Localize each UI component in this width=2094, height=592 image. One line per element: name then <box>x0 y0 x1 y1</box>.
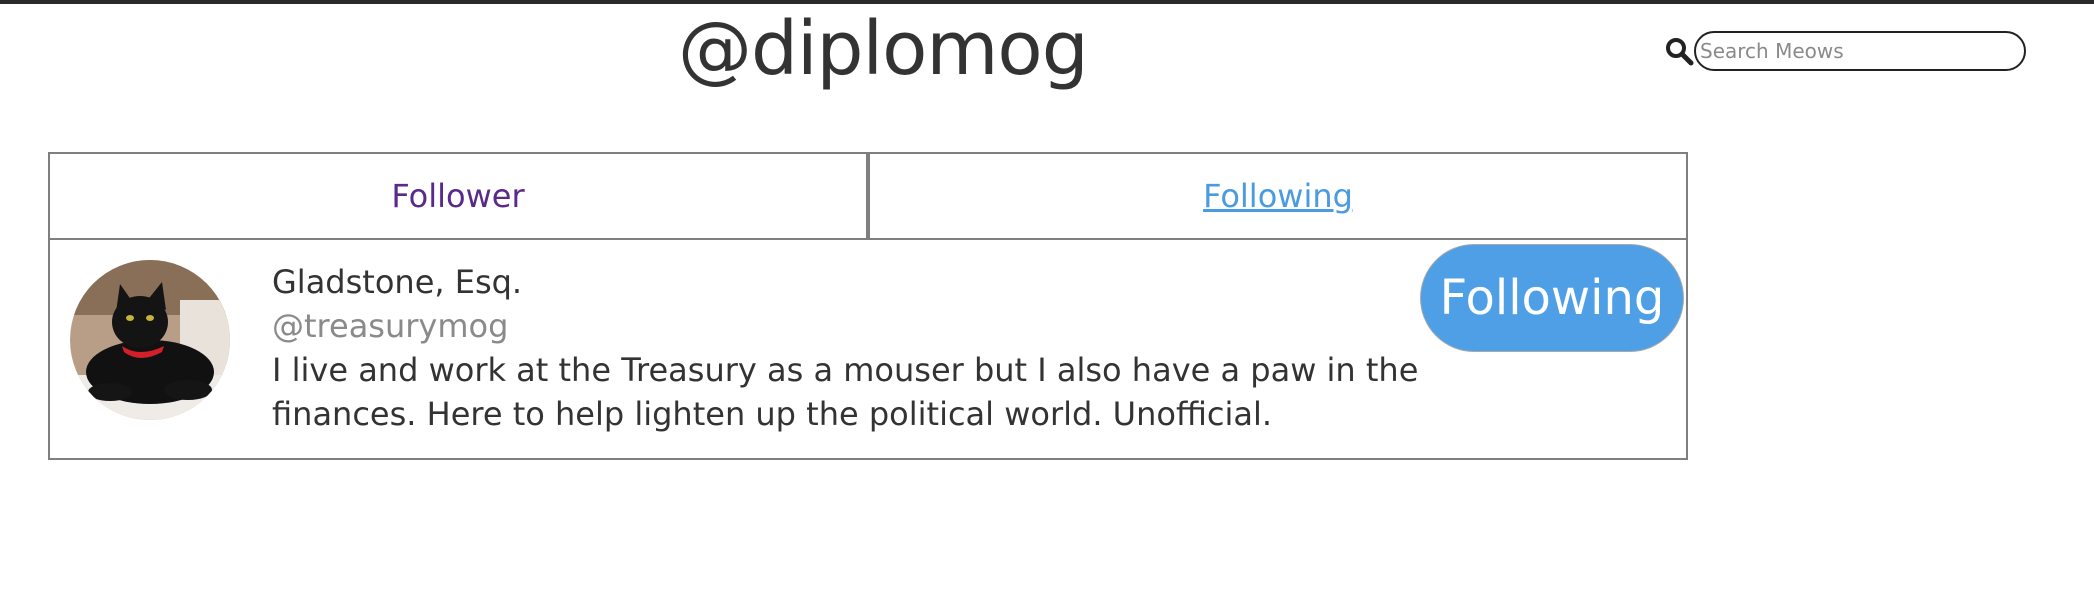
tab-following[interactable]: Following <box>870 154 1686 238</box>
avatar[interactable] <box>70 260 230 420</box>
cat-photo <box>70 260 230 420</box>
user-row: Gladstone, Esq. @treasurymog I live and … <box>48 240 1688 460</box>
user-name[interactable]: Gladstone, Esq. <box>272 260 1452 304</box>
follow-tabs: Follower Following <box>48 152 1688 240</box>
search-bar <box>1664 30 2026 72</box>
search-input[interactable] <box>1694 31 2026 71</box>
tab-follower[interactable]: Follower <box>50 154 870 238</box>
user-bio: I live and work at the Treasury as a mou… <box>272 351 1419 433</box>
user-handle[interactable]: @treasurymog <box>272 304 1452 348</box>
user-info: Gladstone, Esq. @treasurymog I live and … <box>272 260 1452 436</box>
search-icon[interactable] <box>1664 36 1694 66</box>
following-button[interactable]: Following <box>1420 244 1684 352</box>
page-title: @diplomog <box>678 6 1089 92</box>
